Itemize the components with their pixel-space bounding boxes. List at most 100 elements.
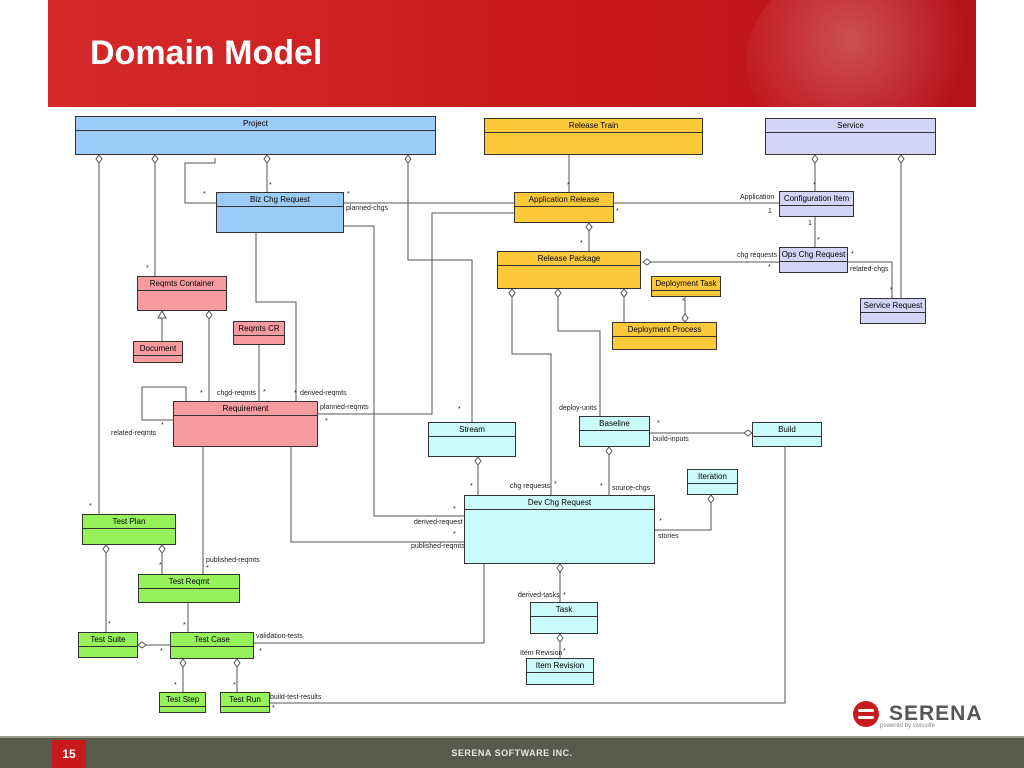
multiplicity-star: *: [161, 422, 164, 429]
test-step-label: Test Step: [160, 693, 205, 707]
baseline-box[interactable]: Baseline: [579, 416, 650, 447]
build-label: Build: [753, 423, 821, 437]
multiplicity-star: *: [616, 208, 619, 215]
multiplicity-star: *: [458, 406, 461, 413]
multiplicity-star: *: [200, 390, 203, 397]
label-related-reqmts: related-reqmts: [111, 430, 157, 437]
task-box[interactable]: Task: [530, 602, 598, 634]
multiplicity-star: *: [272, 705, 275, 712]
label-derived-reqmts: derived-reqmts: [300, 390, 347, 397]
release-train-box[interactable]: Release Train: [484, 118, 703, 155]
test-reqmt-box[interactable]: Test Reqmt: [138, 574, 240, 603]
service-request-box[interactable]: Service Request: [860, 298, 926, 324]
biz-chg-request-label: Biz Chg Request: [217, 193, 343, 207]
project-label: Project: [76, 117, 435, 131]
multiplicity-star: *: [470, 483, 473, 490]
item-revision-box[interactable]: Item Revision: [526, 658, 594, 685]
multiplicity-star: *: [682, 298, 685, 305]
service-request-label: Service Request: [861, 299, 925, 313]
multiplicity-star: *: [174, 682, 177, 689]
multiplicity-star: *: [233, 682, 236, 689]
multiplicity-star: *: [146, 265, 149, 272]
serena-logo-icon: [853, 701, 879, 727]
multiplicity-star: *: [554, 481, 557, 488]
multiplicity-star: *: [817, 237, 820, 244]
multiplicity-star: *: [269, 182, 272, 189]
deployment-task-box[interactable]: Deployment Task: [651, 276, 721, 297]
multiplicity-star: *: [294, 390, 297, 397]
dev-chg-request-label: Dev Chg Request: [465, 496, 654, 510]
test-run-label: Test Run: [221, 693, 269, 707]
test-case-box[interactable]: Test Case: [170, 632, 254, 659]
multiplicity-star: *: [325, 418, 328, 425]
reqmts-container-box[interactable]: Reqmts Container: [137, 276, 227, 311]
footer-company: SERENA SOFTWARE INC.: [451, 748, 573, 758]
build-box[interactable]: Build: [752, 422, 822, 447]
multiplicity-star: *: [108, 621, 111, 628]
document-label: Document: [134, 342, 182, 356]
biz-chg-request-box[interactable]: Biz Chg Request: [216, 192, 344, 233]
multiplicity-star: *: [453, 531, 456, 538]
service-box[interactable]: Service: [765, 118, 936, 155]
requirement-box[interactable]: Requirement: [173, 401, 318, 447]
test-suite-box[interactable]: Test Suite: [78, 632, 138, 658]
label-build-test-results: build-test-results: [270, 694, 322, 701]
multiplicity-star: *: [89, 503, 92, 510]
label-deploy-units: deploy-units: [559, 405, 597, 412]
service-label: Service: [766, 119, 935, 133]
multiplicity-star: *: [263, 389, 266, 396]
test-step-box[interactable]: Test Step: [159, 692, 206, 713]
label-validation-tests: validation-tests: [256, 633, 303, 640]
logo-tagline: powered by swisslife: [880, 723, 936, 729]
label-derived-request: derived-request: [414, 519, 463, 526]
release-train-label: Release Train: [485, 119, 702, 133]
test-plan-label: Test Plan: [83, 515, 175, 529]
task-label: Task: [531, 603, 597, 617]
multiplicity-star: *: [813, 182, 816, 189]
reqmts-container-label: Reqmts Container: [138, 277, 226, 291]
stream-box[interactable]: Stream: [428, 422, 516, 457]
multiplicity-star: *: [259, 648, 262, 655]
application-release-box[interactable]: Application Release: [514, 192, 614, 223]
label-source-chgs: source-chgs: [612, 485, 651, 492]
label-application: Application: [740, 194, 775, 201]
label-planned-reqmts: planned-reqmts: [320, 404, 369, 411]
multiplicity-star: *: [206, 565, 209, 572]
label-build-inputs: build-inputs: [653, 436, 689, 443]
release-package-box[interactable]: Release Package: [497, 251, 641, 289]
deployment-process-label: Deployment Process: [613, 323, 716, 337]
configuration-item-label: Configuration Item: [780, 192, 853, 206]
iteration-box[interactable]: Iteration: [687, 469, 738, 495]
multiplicity-star: *: [659, 518, 662, 525]
iteration-label: Iteration: [688, 470, 737, 484]
label-chgd-reqmts: chgd-reqmts: [217, 390, 256, 397]
test-suite-label: Test Suite: [79, 633, 137, 647]
multiplicity-star: *: [453, 506, 456, 513]
label-chg-requests-ops: chg requests: [737, 252, 778, 259]
multiplicity-star: *: [203, 191, 206, 198]
deployment-process-box[interactable]: Deployment Process: [612, 322, 717, 350]
release-package-label: Release Package: [498, 252, 640, 266]
dev-chg-request-box[interactable]: Dev Chg Request: [464, 495, 655, 564]
document-box[interactable]: Document: [133, 341, 183, 363]
label-published-reqmts: published-reqmts: [206, 557, 260, 564]
item-revision-label: Item Revision: [527, 659, 593, 673]
label-stories: stories: [658, 533, 679, 540]
ops-chg-request-box[interactable]: Ops Chg Request: [779, 247, 848, 273]
multiplicity-star: *: [183, 622, 186, 629]
label-planned-chgs: planned-chgs: [346, 205, 389, 212]
test-plan-box[interactable]: Test Plan: [82, 514, 176, 545]
multiplicity-star: *: [567, 182, 570, 189]
label-one-b: 1: [808, 220, 812, 227]
label-one-a: 1: [768, 208, 772, 215]
project-box[interactable]: Project: [75, 116, 436, 155]
configuration-item-box[interactable]: Configuration Item: [779, 191, 854, 217]
ops-chg-request-label: Ops Chg Request: [780, 248, 847, 262]
test-case-label: Test Case: [171, 633, 253, 647]
multiplicity-star: *: [580, 240, 583, 247]
application-release-label: Application Release: [515, 193, 613, 207]
multiplicity-star: *: [347, 191, 350, 198]
test-run-box[interactable]: Test Run: [220, 692, 270, 713]
reqmts-cr-box[interactable]: Reqmts CR: [233, 321, 285, 345]
reqmts-cr-label: Reqmts CR: [234, 322, 284, 336]
